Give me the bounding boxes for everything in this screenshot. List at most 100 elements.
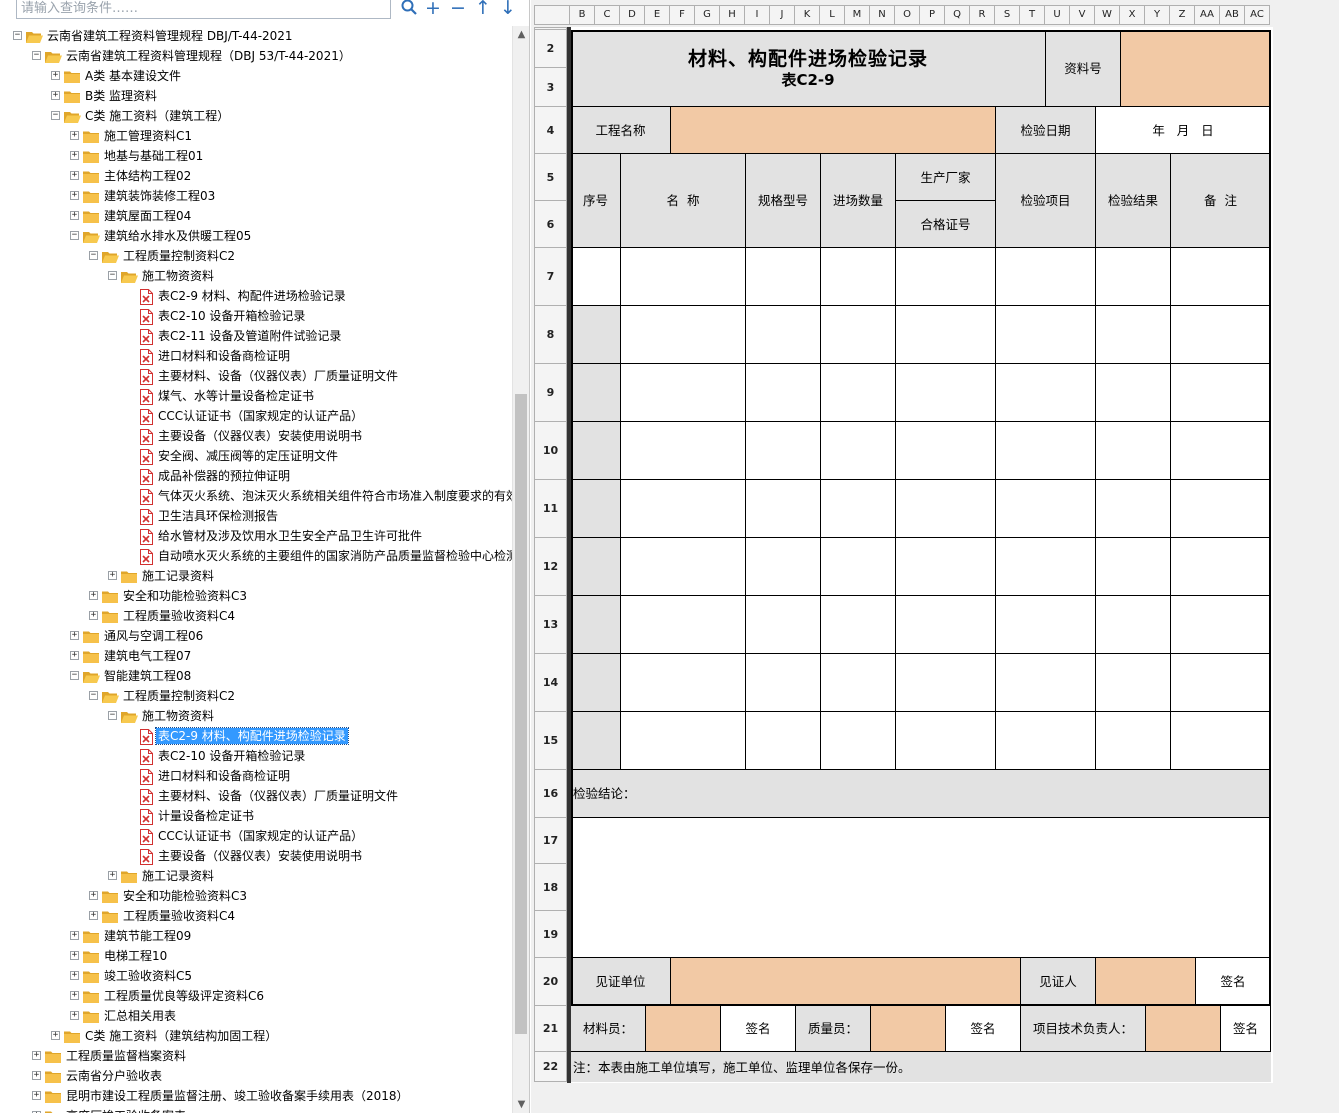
expand-icon[interactable]: +: [70, 1011, 79, 1020]
data-cell[interactable]: [746, 364, 821, 422]
tree-node-label[interactable]: 建筑给水排水及供暖工程05: [102, 228, 253, 244]
row-header-cell[interactable]: 13: [534, 596, 567, 654]
column-header-cell[interactable]: O: [894, 5, 920, 25]
search-icon[interactable]: [398, 0, 420, 20]
tree-node-label[interactable]: 进口材料和设备商检证明: [156, 348, 292, 364]
expand-icon[interactable]: +: [70, 151, 79, 160]
tree-folder-item[interactable]: − 云南省建筑工程资料管理规程（DBJ 53/T-44-2021）: [0, 46, 512, 66]
data-cell[interactable]: [746, 480, 821, 538]
data-cell[interactable]: [821, 248, 896, 306]
scroll-down-icon[interactable]: ▼: [513, 1096, 529, 1113]
tree-node-label[interactable]: 云南省分户验收表: [64, 1068, 164, 1084]
tree-file-item[interactable]: 煤气、水等计量设备检定证书: [0, 386, 512, 406]
tree-node-label[interactable]: 进口材料和设备商检证明: [156, 768, 292, 784]
column-header-cell[interactable]: L: [819, 5, 845, 25]
column-header-cell[interactable]: J: [769, 5, 795, 25]
column-header-cell[interactable]: R: [969, 5, 995, 25]
tree-node-label[interactable]: 表C2-11 设备及管道附件试验记录: [156, 328, 343, 344]
column-header-cell[interactable]: G: [694, 5, 720, 25]
tree-file-item[interactable]: 自动喷水灭火系统的主要组件的国家消防产品质量监督检验中心检测: [0, 546, 512, 566]
tree-node-label[interactable]: 表C2-9 材料、构配件进场检验记录: [155, 727, 349, 745]
tree-node-label[interactable]: 施工物资资料: [140, 708, 216, 724]
data-cell[interactable]: [996, 306, 1096, 364]
data-cell[interactable]: [1171, 422, 1271, 480]
tree-node-label[interactable]: 昆明市建设工程质量监督注册、竣工验收备案手续用表（2018）: [64, 1088, 411, 1104]
data-cell[interactable]: [746, 422, 821, 480]
tree-folder-item[interactable]: + B类 监理资料: [0, 86, 512, 106]
data-cell[interactable]: [1096, 364, 1171, 422]
collapse-icon[interactable]: −: [32, 51, 41, 60]
expand-icon[interactable]: +: [89, 891, 98, 900]
tree-folder-item[interactable]: − 施工物资资料: [0, 706, 512, 726]
tree-folder-item[interactable]: − 智能建筑工程08: [0, 666, 512, 686]
tree-node-label[interactable]: 给水管材及涉及饮用水卫生安全产品卫生许可批件: [156, 528, 424, 544]
quality-officer-field[interactable]: [871, 1006, 946, 1052]
column-header-cell[interactable]: P: [919, 5, 945, 25]
tree-folder-item[interactable]: + 建筑装饰装修工程03: [0, 186, 512, 206]
tree-scrollbar[interactable]: ▲ ▼: [512, 26, 529, 1113]
data-cell[interactable]: [621, 654, 746, 712]
row-header-cell[interactable]: 3: [534, 68, 567, 107]
collapse-icon[interactable]: −: [89, 251, 98, 260]
data-cell[interactable]: [996, 422, 1096, 480]
inspect-date-field[interactable]: 年 月 日: [1096, 107, 1271, 154]
tree-node-label[interactable]: B类 监理资料: [83, 88, 159, 104]
data-cell[interactable]: [821, 480, 896, 538]
tree-folder-item[interactable]: − C类 施工资料（建筑工程）: [0, 106, 512, 126]
tree-file-item[interactable]: 成品补偿器的预拉伸证明: [0, 466, 512, 486]
tree-file-item[interactable]: 主要材料、设备（仪器仪表）厂质量证明文件: [0, 366, 512, 386]
tree-node-label[interactable]: 主要设备（仪器仪表）安装使用说明书: [156, 428, 364, 444]
witness-unit-field[interactable]: [671, 958, 1021, 1006]
column-header-cell[interactable]: Q: [944, 5, 970, 25]
tree-node-label[interactable]: 气体灭火系统、泡沫灭火系统相关组件符合市场准入制度要求的有效: [156, 488, 512, 504]
data-cell[interactable]: [1096, 422, 1171, 480]
tree-folder-item[interactable]: + 安全和功能检验资料C3: [0, 886, 512, 906]
tree-folder-item[interactable]: − 云南省建筑工程资料管理规程 DBJ/T-44-2021: [0, 26, 512, 46]
tree-folder-item[interactable]: + 建筑节能工程09: [0, 926, 512, 946]
tree-node-label[interactable]: 表C2-9 材料、构配件进场检验记录: [156, 288, 348, 304]
data-cell[interactable]: [1171, 248, 1271, 306]
data-cell[interactable]: [996, 364, 1096, 422]
tree-file-item[interactable]: 计量设备检定证书: [0, 806, 512, 826]
data-cell[interactable]: [621, 480, 746, 538]
tree-file-item[interactable]: 表C2-10 设备开箱检验记录: [0, 306, 512, 326]
tree-file-item[interactable]: 表C2-9 材料、构配件进场检验记录: [0, 726, 512, 746]
column-header-cell[interactable]: N: [869, 5, 895, 25]
data-cell[interactable]: [621, 248, 746, 306]
tree-folder-item[interactable]: + 工程质量验收资料C4: [0, 606, 512, 626]
row-header-cell[interactable]: 16: [534, 770, 567, 818]
expand-icon[interactable]: +: [51, 91, 60, 100]
tree-node-label[interactable]: 安全和功能检验资料C3: [121, 888, 249, 904]
tree-node-label[interactable]: 建筑电气工程07: [102, 648, 193, 664]
column-header-cell[interactable]: M: [844, 5, 870, 25]
data-cell[interactable]: [1096, 480, 1171, 538]
tree-node-label[interactable]: 主体结构工程02: [102, 168, 193, 184]
data-cell[interactable]: [896, 306, 996, 364]
row-header-cell[interactable]: 11: [534, 480, 567, 538]
row-header-cell[interactable]: 21: [534, 1006, 567, 1052]
column-header-cell[interactable]: W: [1094, 5, 1120, 25]
data-cell[interactable]: [621, 364, 746, 422]
tree-folder-item[interactable]: + 施工记录资料: [0, 866, 512, 886]
seq-cell[interactable]: [571, 538, 621, 596]
expand-icon[interactable]: +: [70, 191, 79, 200]
data-cell[interactable]: [746, 248, 821, 306]
row-header-cell[interactable]: 15: [534, 712, 567, 770]
tree-node-label[interactable]: 地基与基础工程01: [102, 148, 205, 164]
tree-node-label[interactable]: 煤气、水等计量设备检定证书: [156, 388, 316, 404]
tree-folder-item[interactable]: + 竣工验收资料C5: [0, 966, 512, 986]
move-up-button[interactable]: ↑: [472, 0, 494, 20]
data-cell[interactable]: [821, 538, 896, 596]
doc-no-field[interactable]: [1121, 30, 1271, 107]
expand-icon[interactable]: +: [51, 71, 60, 80]
row-header-cell[interactable]: 18: [534, 864, 567, 911]
conclusion-field[interactable]: [571, 818, 1271, 958]
data-cell[interactable]: [621, 306, 746, 364]
tree-file-item[interactable]: 给水管材及涉及饮用水卫生安全产品卫生许可批件: [0, 526, 512, 546]
tree-folder-item[interactable]: − 建筑给水排水及供暖工程05: [0, 226, 512, 246]
material-officer-field[interactable]: [646, 1006, 721, 1052]
data-cell[interactable]: [1096, 596, 1171, 654]
expand-icon[interactable]: +: [70, 991, 79, 1000]
expand-icon[interactable]: +: [70, 631, 79, 640]
tree-node-label[interactable]: A类 基本建设文件: [83, 68, 183, 84]
